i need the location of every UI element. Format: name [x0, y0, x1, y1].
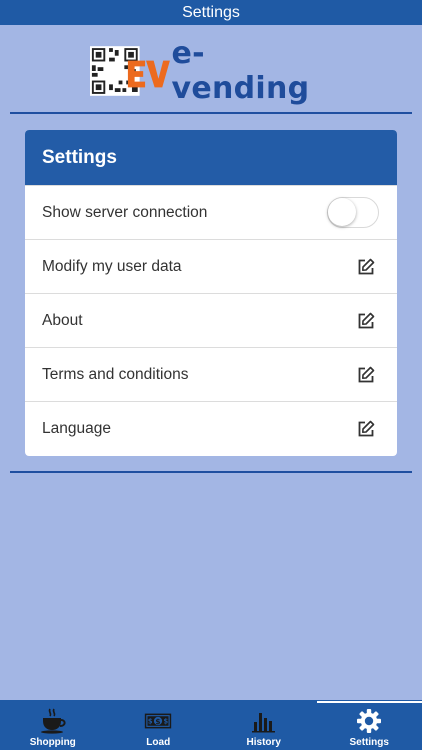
settings-card-title: Settings [25, 130, 397, 185]
settings-item-label: Show server connection [42, 203, 208, 221]
tab-label: Load [146, 737, 171, 748]
app-logo: e-vending [90, 36, 335, 106]
tab-load[interactable]: $ $ $ Load [106, 700, 212, 750]
banknote-icon: $ $ $ [145, 713, 172, 729]
settings-item-label: About [42, 311, 83, 329]
svg-text:$: $ [164, 717, 169, 725]
edit-icon[interactable] [357, 420, 375, 438]
svg-text:$: $ [148, 717, 153, 725]
tab-shopping[interactable]: Shopping [0, 700, 106, 750]
server-connection-toggle[interactable] [327, 197, 379, 228]
settings-item-terms-and-conditions[interactable]: Terms and conditions [25, 347, 397, 401]
settings-item-label: Terms and conditions [42, 365, 189, 383]
settings-item-label: Modify my user data [42, 257, 182, 275]
settings-item-language[interactable]: Language [25, 401, 397, 455]
settings-card: Settings Show server connection Modify m… [25, 130, 397, 456]
edit-icon[interactable] [357, 258, 375, 276]
gear-icon [357, 709, 382, 733]
edit-icon[interactable] [357, 312, 375, 330]
status-bar: Settings [0, 0, 422, 25]
bottom-divider [10, 471, 412, 473]
status-bar-title: Settings [182, 4, 240, 21]
tab-label: History [246, 737, 281, 748]
tab-settings[interactable]: Settings [316, 700, 422, 750]
coffee-cup-icon [40, 708, 66, 734]
tab-label: Settings [349, 737, 389, 748]
tab-label: Shopping [29, 737, 76, 748]
settings-item-show-server-connection[interactable]: Show server connection [25, 185, 397, 239]
top-divider [10, 112, 412, 114]
ev-mark-icon [127, 60, 170, 88]
edit-icon[interactable] [357, 366, 375, 384]
settings-item-label: Language [42, 419, 111, 437]
toggle-knob [328, 198, 356, 226]
settings-item-about[interactable]: About [25, 293, 397, 347]
svg-text:$: $ [156, 717, 161, 726]
bar-chart-icon [251, 713, 275, 733]
settings-item-modify-user-data[interactable]: Modify my user data [25, 239, 397, 293]
brand-name: e-vending [171, 36, 310, 106]
tab-history[interactable]: History [211, 700, 317, 750]
tab-bar: Shopping $ $ $ Load History Settings [0, 700, 422, 750]
